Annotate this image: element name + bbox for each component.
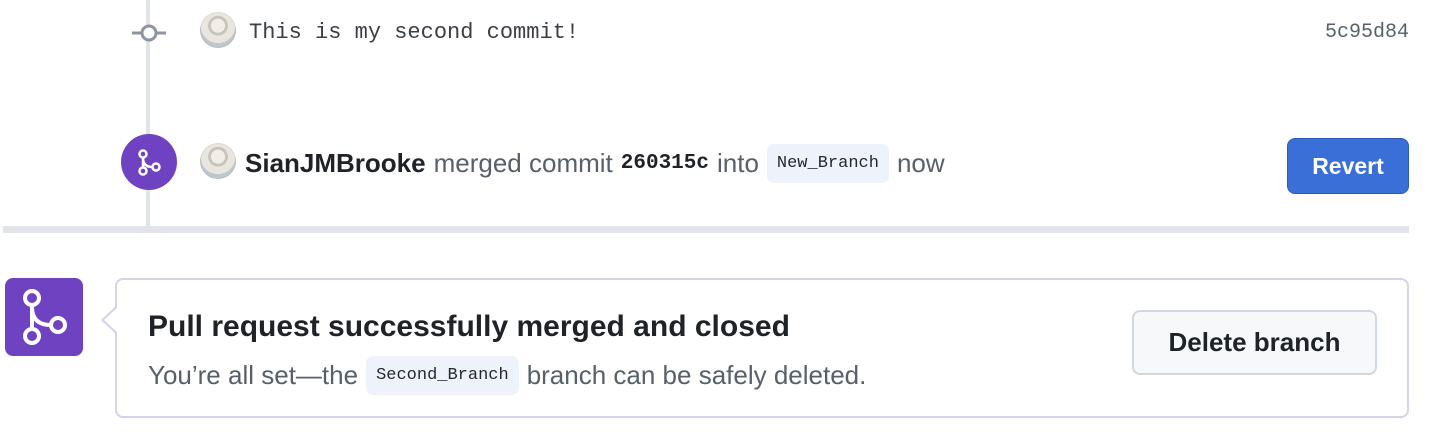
source-branch-chip[interactable]: Second_Branch: [366, 356, 519, 395]
subtitle-suffix: branch can be safely deleted.: [526, 360, 867, 390]
git-commit-icon: [132, 24, 166, 42]
commit-sha-link[interactable]: 5c95d84: [1325, 21, 1409, 44]
revert-button[interactable]: Revert: [1287, 138, 1409, 194]
avatar[interactable]: [200, 143, 236, 179]
merged-subtitle: You’re all set—the Second_Branch branch …: [148, 356, 866, 395]
merge-event-text: SianJMBrooke merged commit 260315c into …: [245, 144, 945, 183]
timeline-separator: [3, 226, 1409, 233]
merged-title: Pull request successfully merged and clo…: [148, 310, 790, 343]
merge-action-text: merged commit: [433, 148, 613, 178]
user-link[interactable]: SianJMBrooke: [245, 148, 426, 179]
merge-commit-sha-link[interactable]: 260315c: [621, 152, 709, 175]
commit-message-link[interactable]: This is my second commit!: [249, 20, 579, 45]
delete-branch-button[interactable]: Delete branch: [1132, 310, 1377, 375]
target-branch-chip[interactable]: New_Branch: [766, 144, 889, 183]
git-merge-icon: [5, 278, 83, 356]
into-text: into: [716, 148, 759, 178]
subtitle-prefix: You’re all set—the: [148, 360, 359, 390]
avatar[interactable]: [200, 12, 236, 48]
git-merge-icon: [121, 134, 177, 190]
event-time[interactable]: now: [897, 148, 945, 179]
card-pointer-fill: [104, 308, 117, 332]
